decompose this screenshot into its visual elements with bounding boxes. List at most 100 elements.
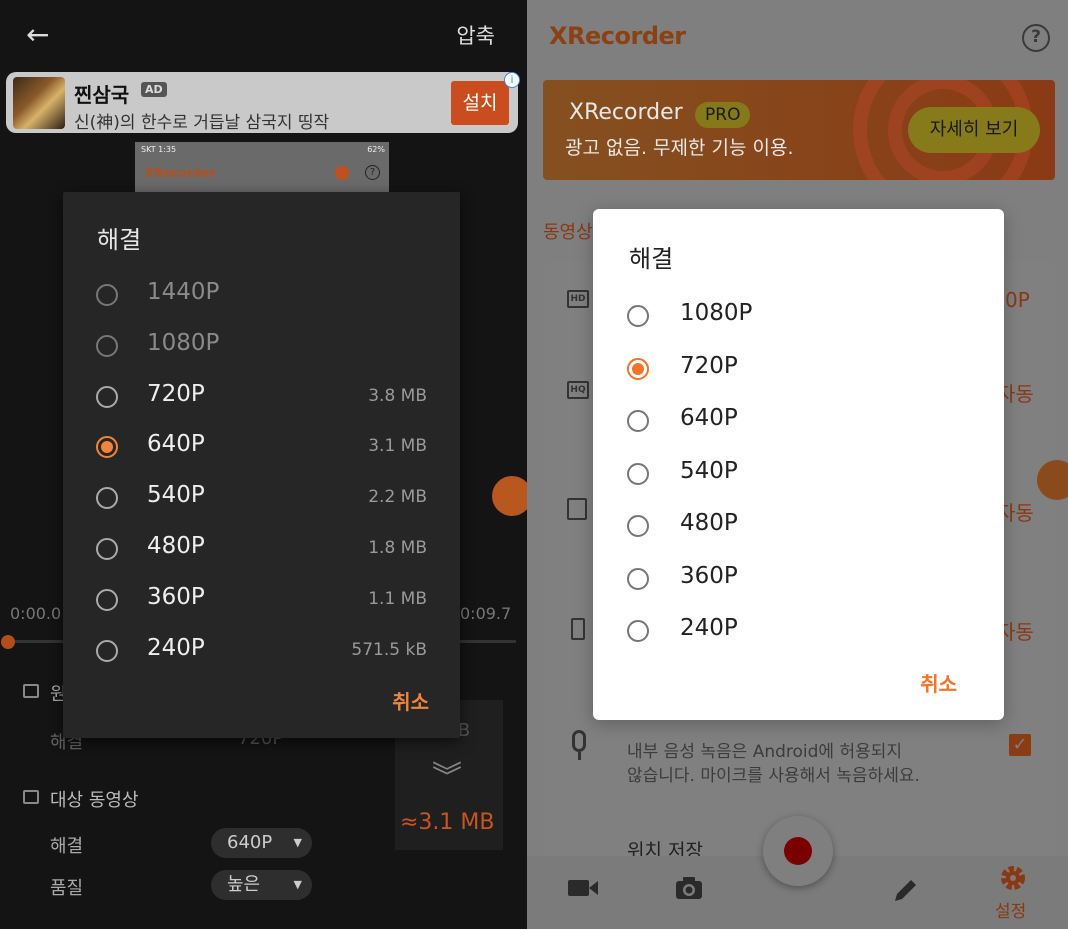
option-label: 240P [680, 615, 738, 641]
ad-info-icon[interactable]: i [504, 72, 520, 88]
hq-icon: HQ [567, 381, 589, 399]
quality-dropdown[interactable]: 높은 ▼ [211, 870, 312, 900]
back-arrow-icon[interactable]: ← [26, 20, 56, 50]
option-size: 3.1 MB [368, 436, 427, 457]
radio-button[interactable] [627, 305, 649, 327]
option-label: 1080P [680, 300, 753, 326]
resolution-option: 1440P [63, 270, 460, 320]
ad-banner[interactable]: 찐삼국 AD 신(神)의 한수로 거듭날 삼국지 띵작 설치 i [6, 72, 520, 133]
radio-button[interactable] [627, 515, 649, 537]
option-label: 720P [147, 380, 205, 407]
resolution-option[interactable]: 540P [593, 448, 1004, 500]
film-icon [23, 684, 39, 698]
gear-icon[interactable] [999, 864, 1027, 898]
edit-pencil-icon[interactable] [892, 878, 918, 910]
audio-description: 내부 음성 녹음은 Android에 허용되지 않습니다. 마이크를 사용해서 … [627, 740, 920, 788]
record-button[interactable] [763, 816, 833, 886]
radio-button[interactable] [627, 462, 649, 485]
option-label: 720P [680, 352, 738, 379]
ad-install-button[interactable]: 설치 [451, 81, 509, 125]
ad-thumbnail [13, 77, 65, 129]
option-label: 240P [147, 634, 205, 661]
radio-button[interactable] [96, 436, 118, 459]
video-preview[interactable]: SKT 1:35 62% XRecorder ? [135, 142, 389, 192]
option-label: 1080P [147, 329, 220, 356]
option-label: 480P [680, 510, 738, 536]
time-start: 0:00.0 [10, 604, 62, 623]
radio-button[interactable] [96, 487, 118, 510]
radio-button [96, 284, 118, 306]
cancel-button[interactable]: 취소 [920, 668, 957, 697]
settings-screen: XRecorder ? XRecorder PRO 광고 없음. 무제한 기능 … [527, 0, 1068, 929]
resolution-option[interactable]: 360P [593, 553, 1004, 605]
time-end: 0:09.7 [460, 604, 512, 623]
compress-screen: ← 압축 찐삼국 AD 신(神)의 한수로 거듭날 삼국지 띵작 설치 i SK… [0, 0, 527, 929]
radio-button[interactable] [627, 410, 649, 432]
resolution-value[interactable]: 0P [1005, 288, 1030, 312]
camera-icon[interactable] [675, 876, 703, 906]
option-label: 360P [147, 583, 205, 610]
ad-app-name: 찐삼국 [74, 83, 130, 107]
resolution-option[interactable]: 540P 2.2 MB [63, 473, 460, 523]
resolution-option[interactable]: 720P 3.8 MB [63, 372, 460, 422]
top-bar: ← 압축 [0, 0, 527, 70]
preview-status-right: 62% [367, 145, 385, 154]
seek-handle[interactable] [1, 635, 15, 649]
radio-button[interactable] [96, 588, 118, 611]
app-logo: XRecorder [549, 22, 686, 50]
target-section-title: 대상 동영상 [50, 790, 139, 811]
resolution-option[interactable]: 480P 1.8 MB [63, 524, 460, 574]
floating-record-button[interactable] [492, 476, 527, 516]
resolution-option[interactable]: 360P 1.1 MB [63, 575, 460, 625]
settings-tab-label[interactable]: 설정 [995, 897, 1026, 922]
record-dot-icon [784, 837, 812, 865]
resolution-option[interactable]: 640P 3.1 MB [63, 422, 460, 472]
preview-logo: XRecorder [145, 166, 216, 180]
quality-value: 높은 [227, 874, 261, 895]
radio-button[interactable] [627, 357, 649, 380]
resolution-option[interactable]: 1080P [593, 290, 1004, 342]
audio-desc-line1: 내부 음성 녹음은 Android에 허용되지 [627, 742, 903, 762]
quality-label: 품질 [50, 878, 84, 899]
resolution-option[interactable]: 240P 571.5 kB [63, 626, 460, 676]
details-button[interactable]: 자세히 보기 [908, 107, 1040, 153]
preview-status-left: SKT 1:35 [141, 145, 177, 154]
resolution-option[interactable]: 480P [593, 500, 1004, 552]
radio-button[interactable] [96, 538, 118, 560]
target-resolution-value: 640P [227, 832, 273, 853]
cancel-button[interactable]: 취소 [392, 686, 429, 715]
resolution-dialog: 해결 1080P 720P 640P 540P 480P 360P 240P 취소 [593, 209, 1004, 720]
ad-description: 신(神)의 한수로 거듭날 삼국지 띵작 [74, 113, 330, 133]
option-label: 640P [147, 431, 205, 458]
option-label: 540P [147, 482, 205, 509]
radio-button[interactable] [96, 385, 118, 408]
hd-icon: HD [567, 290, 589, 308]
pro-badge: PRO [695, 102, 751, 128]
option-label: 1440P [147, 279, 220, 305]
option-label: 540P [680, 457, 738, 484]
pro-banner[interactable]: XRecorder PRO 광고 없음. 무제한 기능 이용. 자세히 보기 [543, 80, 1055, 180]
radio-button[interactable] [627, 620, 649, 642]
radio-button[interactable] [96, 639, 118, 662]
target-resolution-dropdown[interactable]: 640P ▼ [211, 828, 312, 858]
film-strip-icon [567, 498, 587, 520]
resolution-dialog: 해결 1440P 1080P 720P 3.8 MB 640P 3.1 MB 540P 2.2… [63, 192, 460, 738]
radio-button[interactable] [627, 567, 649, 590]
audio-checkbox[interactable]: ✓ [1009, 734, 1031, 756]
radio-button [96, 334, 118, 357]
resolution-option[interactable]: 720P [593, 343, 1004, 395]
video-camera-icon[interactable] [567, 876, 599, 906]
microphone-icon [572, 730, 586, 752]
help-icon[interactable]: ? [1022, 24, 1050, 52]
preview-help-icon: ? [365, 165, 380, 180]
option-size: 571.5 kB [351, 639, 427, 660]
screen-rotation-icon [571, 618, 585, 640]
preview-alert-icon [335, 166, 349, 180]
film-icon [23, 790, 39, 804]
resolution-option[interactable]: 640P [593, 395, 1004, 447]
banner-logo: XRecorder [569, 100, 683, 125]
resolution-option: 1080P [63, 321, 460, 371]
resolution-option[interactable]: 240P [593, 605, 1004, 657]
option-label: 360P [680, 562, 738, 589]
microphone-stand [578, 752, 581, 760]
